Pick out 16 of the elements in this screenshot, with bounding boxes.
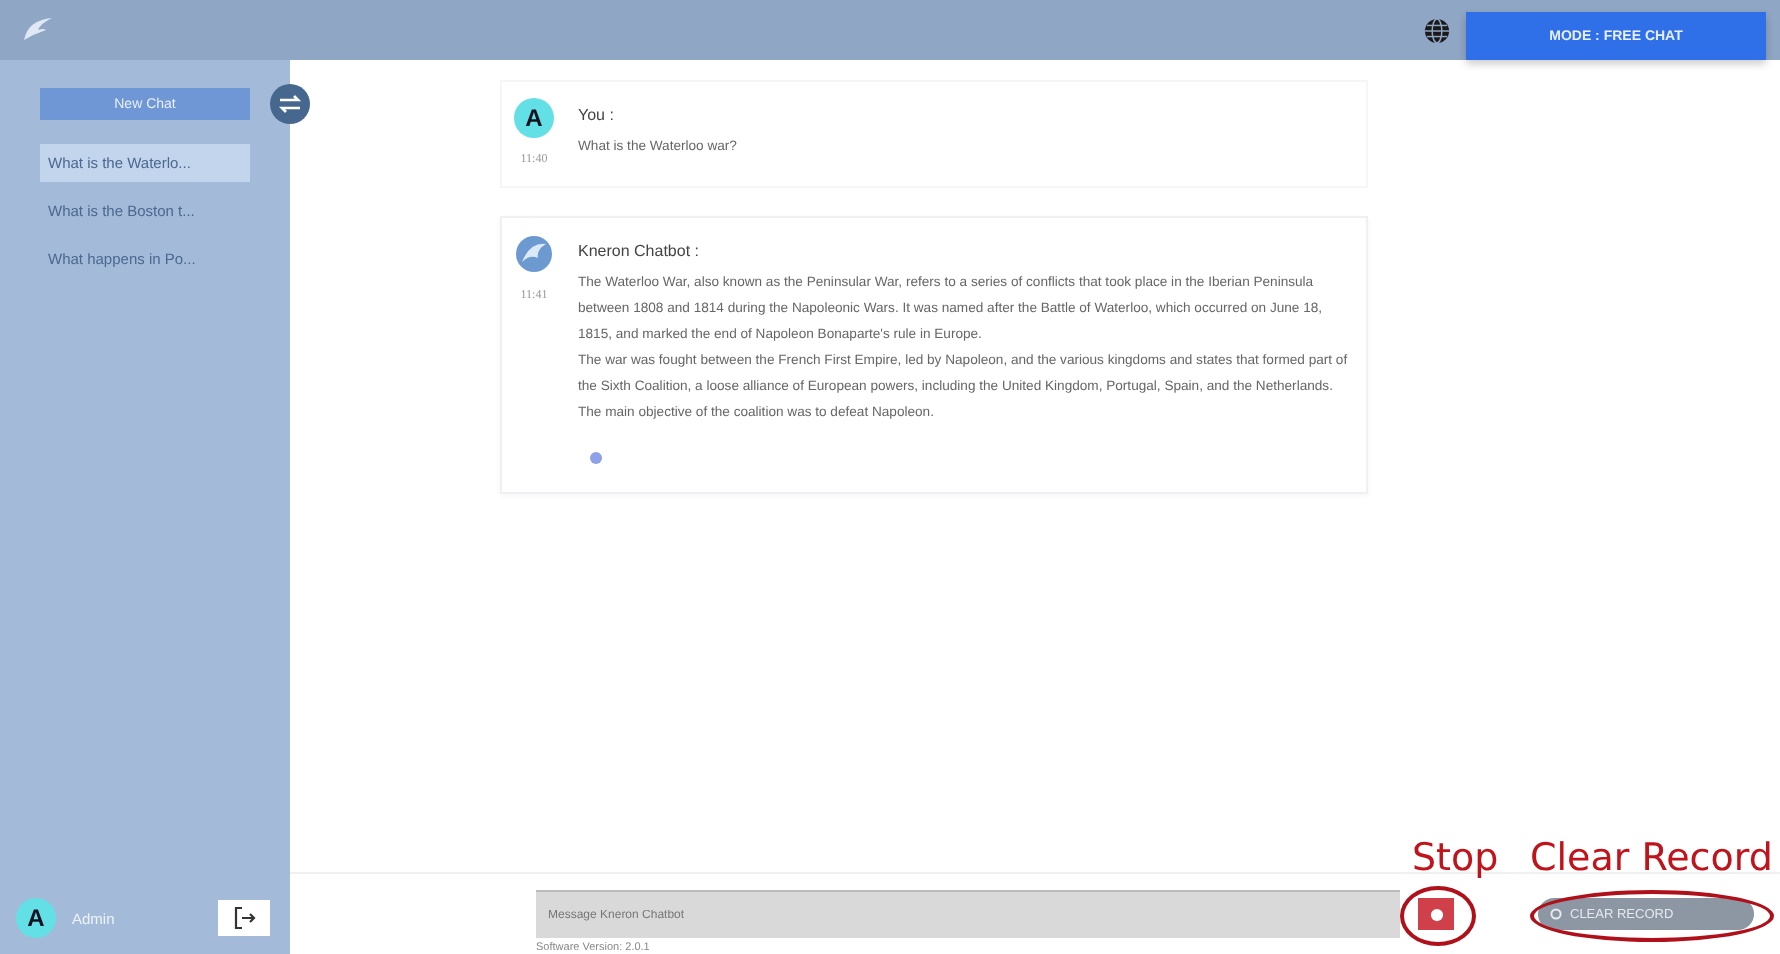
swap-icon[interactable] [270,84,310,124]
logout-icon [232,906,256,930]
sender-name: Kneron Chatbot : [578,242,701,260]
bot-avatar [514,234,554,274]
annotation-ellipse [1400,886,1476,946]
sender-name: You : [578,106,616,124]
circle-icon [1550,908,1562,920]
annotation-label: Clear Record [1530,836,1773,880]
user-avatar: A [514,98,554,138]
logo-icon [20,16,56,44]
stop-button[interactable] [1418,898,1454,930]
annotation-label: Stop [1412,836,1499,880]
logout-button[interactable] [218,900,270,936]
stop-icon [1429,907,1443,921]
user-avatar: A [16,898,56,938]
globe-icon[interactable] [1424,17,1450,43]
